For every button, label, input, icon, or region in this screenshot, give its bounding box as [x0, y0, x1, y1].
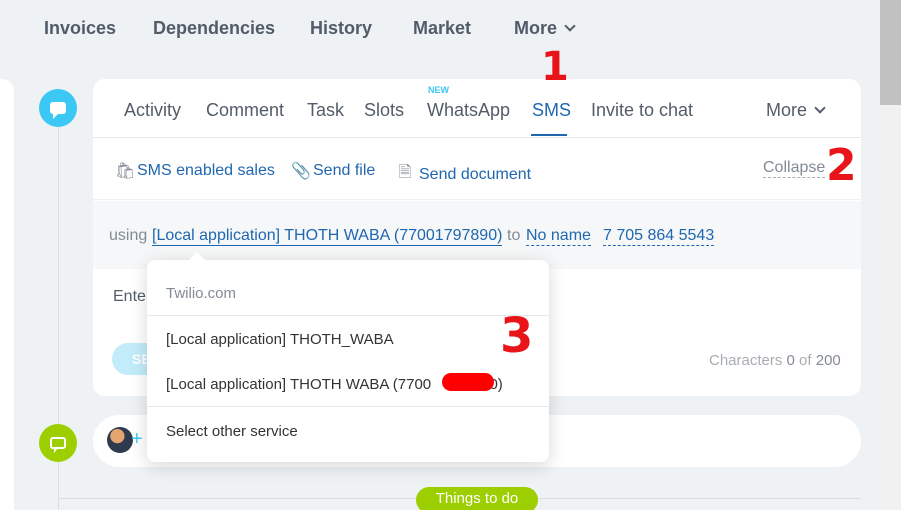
sender-row: using [Local application] THOTH WABA (77… — [93, 201, 861, 269]
chevron-down-icon — [564, 20, 576, 32]
using-label: using — [109, 227, 148, 244]
timeline-comment-icon — [39, 424, 77, 462]
recipient-name-link[interactable]: No name — [526, 227, 591, 246]
timeline-chat-icon — [39, 89, 77, 127]
chars-label: Characters — [709, 352, 783, 369]
tab-more[interactable]: More — [766, 100, 826, 121]
send-file-label: Send file — [313, 162, 376, 179]
sender-service-link[interactable]: [Local application] THOTH WABA (77001797… — [152, 227, 503, 246]
add-participant-icon[interactable]: + — [131, 428, 143, 451]
tab-comment[interactable]: Comment — [206, 100, 284, 121]
comment-bubble-icon — [50, 437, 66, 453]
annotation-1: 1 — [541, 44, 569, 90]
top-nav: Invoices Dependencies History Market Mor… — [0, 0, 880, 60]
send-file-button[interactable]: 📎 Send file — [291, 161, 375, 181]
chars-max: 200 — [815, 352, 841, 369]
new-badge: NEW — [428, 85, 449, 95]
chars-count: 0 — [786, 352, 795, 369]
option2-start: [Local application] THOTH WABA (7700 — [166, 376, 432, 393]
tab-invite-to-chat[interactable]: Invite to chat — [591, 100, 693, 121]
dropdown-separator — [147, 315, 549, 316]
sender-service-dropdown: Twilio.com [Local application] THOTH_WAB… — [147, 252, 549, 462]
left-panel — [0, 79, 14, 510]
chat-bubble-icon — [50, 102, 66, 119]
bag-icon: 🛍 — [115, 163, 136, 180]
chars-of: of — [799, 352, 812, 369]
message-input[interactable]: Enter — [113, 288, 151, 306]
dropdown-option-thoth-waba[interactable]: [Local application] THOTH_WABA — [166, 331, 394, 348]
collapse-link[interactable]: Collapse — [763, 159, 826, 178]
nav-history[interactable]: History — [310, 18, 372, 39]
chevron-down-icon — [814, 102, 826, 114]
character-counter: Characters 0 of 200 — [709, 352, 841, 369]
dropdown-header: Twilio.com — [166, 285, 237, 302]
nav-market[interactable]: Market — [413, 18, 471, 39]
nav-more-label: More — [514, 18, 558, 38]
nav-more[interactable]: More — [514, 18, 576, 39]
tab-activity[interactable]: Activity — [124, 100, 181, 121]
active-tab-underline — [531, 134, 567, 136]
sms-enabled-sales-label: SMS enabled sales — [137, 162, 275, 179]
activity-tabs: Activity Comment Task Slots NEW WhatsApp… — [93, 79, 861, 138]
paperclip-icon: 📎 — [291, 163, 311, 180]
redaction-mark — [442, 373, 494, 391]
dropdown-separator — [147, 406, 549, 407]
recipient-phone-link[interactable]: 7 705 864 5543 — [603, 227, 715, 246]
nav-invoices[interactable]: Invoices — [44, 18, 116, 39]
tab-task[interactable]: Task — [307, 100, 344, 121]
send-document-button[interactable]: 🗎 Send document — [397, 161, 532, 188]
avatar[interactable] — [107, 427, 133, 453]
sms-enabled-sales-button[interactable]: 🛍 SMS enabled sales — [115, 161, 275, 181]
document-icon: 🗎 — [398, 164, 412, 181]
to-label: to — [507, 227, 521, 244]
scrollbar-thumb[interactable] — [880, 0, 901, 105]
annotation-3: 3 — [500, 308, 534, 364]
annotation-2: 2 — [826, 140, 857, 191]
dropdown-select-other-service[interactable]: Select other service — [166, 423, 298, 440]
sms-toolbar: 🛍 SMS enabled sales 📎 Send file 🗎 Send docu… — [93, 139, 861, 200]
tab-whatsapp[interactable]: WhatsApp — [427, 100, 510, 121]
things-to-do-badge: Things to do — [416, 487, 538, 510]
nav-dependencies[interactable]: Dependencies — [153, 18, 275, 39]
tab-slots[interactable]: Slots — [364, 100, 404, 121]
tab-more-label: More — [766, 100, 808, 120]
tab-sms[interactable]: SMS — [532, 100, 571, 121]
send-document-label: Send document — [419, 165, 532, 183]
